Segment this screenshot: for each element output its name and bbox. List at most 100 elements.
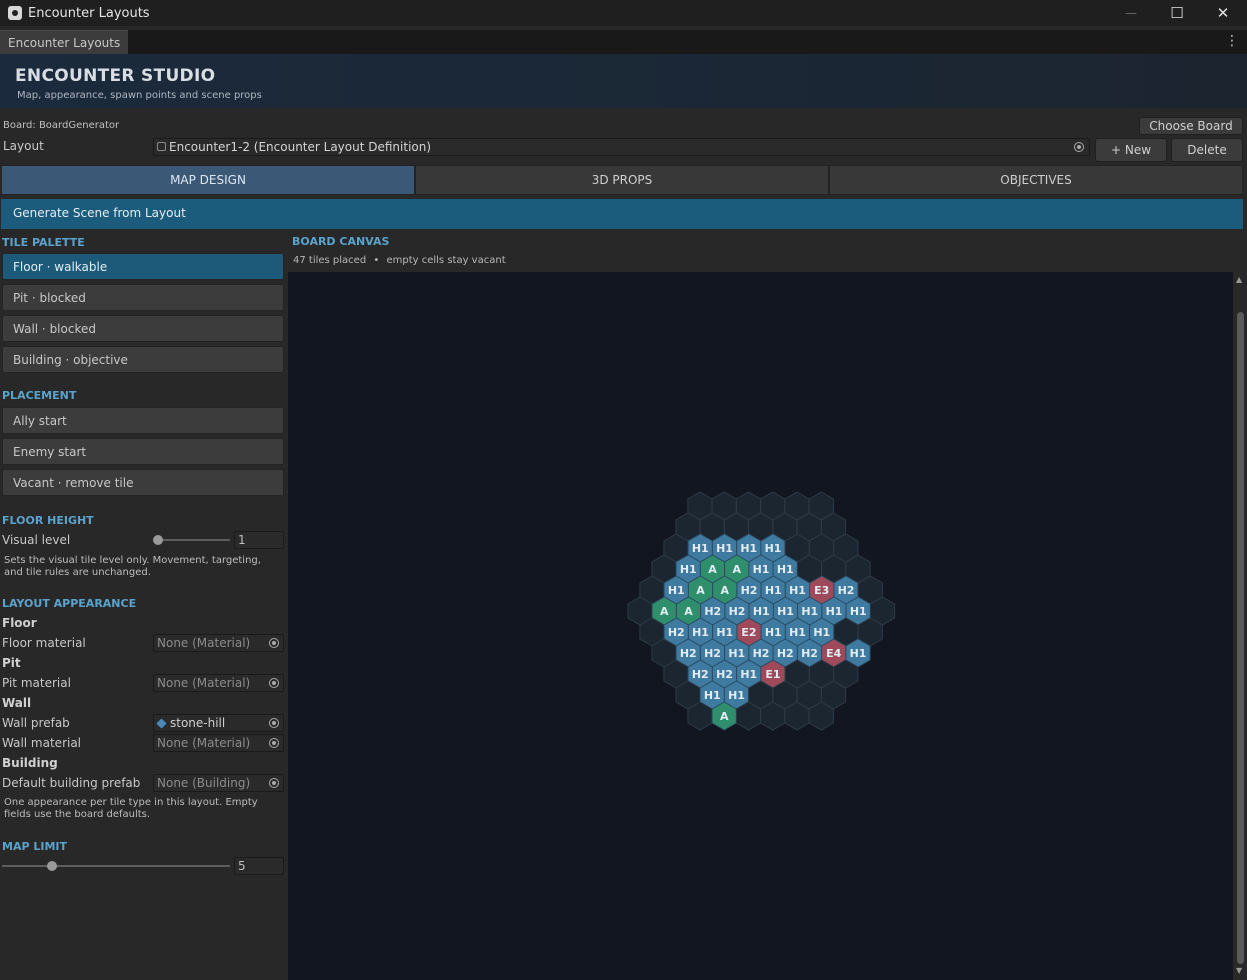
hex-cell-label: H2 — [741, 584, 758, 597]
tile-count: 47 tiles placed — [293, 255, 367, 266]
close-button[interactable]: ✕ — [1200, 0, 1246, 26]
layout-object-field[interactable]: Encounter1-2 (Encounter Layout Definitio… — [153, 138, 1090, 156]
hex-cell-label: A — [684, 605, 693, 618]
wall-material-picker-icon[interactable] — [269, 738, 279, 748]
window-title: Encounter Layouts — [28, 5, 150, 21]
hex-grid[interactable]: H1 H1 H1 H1H1 A A H1 H1H1 A A H2 H1 H1 E3 H2A A H2 H2 H1 H1… — [288, 272, 1233, 980]
wall-material-field[interactable]: None (Material) — [153, 734, 284, 752]
hex-cell-label: A — [732, 563, 741, 576]
map-limit-slider-track[interactable] — [2, 865, 230, 867]
choose-board-button[interactable]: Choose Board — [1139, 117, 1243, 135]
visual-level-slider-thumb[interactable] — [153, 535, 163, 545]
wall-prefab-picker-icon[interactable] — [269, 718, 279, 728]
palette-building-button[interactable]: Building · objective — [2, 346, 284, 373]
hex-cell-label: H2 — [704, 647, 721, 660]
hex-cell-label: H1 — [801, 605, 818, 618]
hex-cell-label: H1 — [753, 605, 770, 618]
hex-cell-label: H2 — [838, 584, 855, 597]
hex-cell-label: H2 — [777, 647, 794, 660]
floor-material-field[interactable]: None (Material) — [153, 634, 284, 652]
map-limit-heading: MAP LIMIT — [2, 840, 67, 853]
hex-cell-label: H2 — [729, 605, 746, 618]
page-subtitle: Map, appearance, spawn points and scene … — [17, 90, 262, 101]
page-title: ENCOUNTER STUDIO — [15, 66, 216, 86]
building-prefab-picker-icon[interactable] — [269, 778, 279, 788]
hex-cell-label: E4 — [826, 647, 842, 660]
hex-cell-label: H1 — [765, 626, 782, 639]
canvas-scrollbar[interactable]: ▲ ▼ — [1234, 272, 1247, 980]
hex-cell-label: H1 — [850, 647, 867, 660]
floor-material-picker-icon[interactable] — [269, 638, 279, 648]
visual-level-input[interactable]: 1 — [234, 531, 284, 549]
tab-objectives[interactable]: OBJECTIVES — [829, 165, 1243, 195]
hex-cell-label: H1 — [777, 563, 794, 576]
hex-cell-label: H1 — [692, 542, 709, 555]
hex-cell-label: H1 — [813, 626, 830, 639]
placement-ally-button[interactable]: Ally start — [2, 407, 284, 434]
scroll-up-icon[interactable]: ▲ — [1236, 275, 1242, 284]
hex-cell-label: H2 — [692, 668, 709, 681]
hex-cell-label: H1 — [765, 542, 782, 555]
tab-3d-props[interactable]: 3D PROPS — [415, 165, 829, 195]
board-label: Board: BoardGenerator — [3, 120, 120, 131]
floor-material-value: None (Material) — [157, 636, 251, 650]
floor-height-heading: FLOOR HEIGHT — [2, 514, 94, 527]
wall-prefab-field[interactable]: stone-hill — [153, 714, 284, 732]
wall-prefab-value: stone-hill — [170, 716, 226, 730]
pit-material-value: None (Material) — [157, 676, 251, 690]
board-canvas[interactable]: H1 H1 H1 H1 H1 A A H1 H1 H1 A A H2 H1 H1 E3 H2 A A H2 H2 H1 H1… — [288, 272, 1233, 980]
palette-floor-button[interactable]: Floor · walkable — [2, 253, 284, 280]
layout-label: Layout — [3, 139, 44, 153]
palette-wall-button[interactable]: Wall · blocked — [2, 315, 284, 342]
scroll-down-icon[interactable]: ▼ — [1236, 966, 1242, 975]
hex-cell-label: H1 — [716, 626, 733, 639]
new-layout-button[interactable]: + New — [1095, 138, 1167, 162]
hex-cell-label: A — [720, 584, 729, 597]
hex-cell-label: E1 — [765, 668, 780, 681]
hex-cell-label: H1 — [740, 668, 757, 681]
delete-layout-button[interactable]: Delete — [1171, 138, 1243, 162]
pit-material-label: Pit material — [2, 676, 71, 690]
layout-value: Encounter1-2 (Encounter Layout Definitio… — [169, 140, 432, 154]
hex-cell-label: A — [720, 710, 729, 723]
hex-cell-label: H2 — [704, 605, 721, 618]
minimize-button[interactable]: — — [1108, 0, 1154, 26]
scrollbar-thumb[interactable] — [1237, 312, 1244, 964]
hex-cell-label: H1 — [740, 542, 757, 555]
building-prefab-value: None (Building) — [157, 776, 251, 790]
hex-cell-label: A — [708, 563, 717, 576]
layout-appearance-heading: LAYOUT APPEARANCE — [2, 597, 137, 610]
hex-cell-label: E2 — [741, 626, 756, 639]
hex-cell-label: H1 — [753, 563, 770, 576]
hex-cell-label: H1 — [789, 584, 806, 597]
hex-cell-label: H2 — [753, 647, 770, 660]
building-prefab-field[interactable]: None (Building) — [153, 774, 284, 792]
layout-asset-icon — [157, 142, 166, 151]
palette-pit-button[interactable]: Pit · blocked — [2, 284, 284, 311]
pit-group-label: Pit — [2, 656, 21, 670]
map-limit-input[interactable]: 5 — [234, 857, 284, 875]
maximize-button[interactable]: ☐ — [1154, 0, 1200, 26]
map-limit-slider-thumb[interactable] — [47, 861, 58, 871]
board-canvas-heading: BOARD CANVAS — [292, 235, 390, 248]
generate-scene-button[interactable]: Generate Scene from Layout — [1, 199, 1243, 229]
more-menu-icon[interactable]: ⋮ — [1225, 34, 1239, 48]
pit-material-picker-icon[interactable] — [269, 678, 279, 688]
placement-enemy-button[interactable]: Enemy start — [2, 438, 284, 465]
building-prefab-label: Default building prefab — [2, 776, 141, 790]
hex-cell-label: H1 — [680, 563, 697, 576]
hex-cell-label: H1 — [765, 584, 782, 597]
wall-group-label: Wall — [2, 696, 32, 710]
title-bar: Encounter Layouts — ☐ ✕ — [0, 0, 1247, 26]
visual-level-label: Visual level — [2, 533, 71, 547]
hex-cell-label: A — [696, 584, 705, 597]
appearance-help: One appearance per tile type in this lay… — [4, 797, 258, 820]
tab-encounter-layouts[interactable]: Encounter Layouts — [0, 30, 129, 54]
pit-material-field[interactable]: None (Material) — [153, 674, 284, 692]
canvas-hint: empty cells stay vacant — [386, 255, 506, 266]
tab-map-design[interactable]: MAP DESIGN — [1, 165, 415, 195]
hex-cell-label: H2 — [668, 626, 685, 639]
visual-level-slider-track[interactable] — [158, 539, 230, 541]
layout-picker-icon[interactable] — [1074, 142, 1084, 152]
placement-vacant-button[interactable]: Vacant · remove tile — [2, 469, 284, 496]
